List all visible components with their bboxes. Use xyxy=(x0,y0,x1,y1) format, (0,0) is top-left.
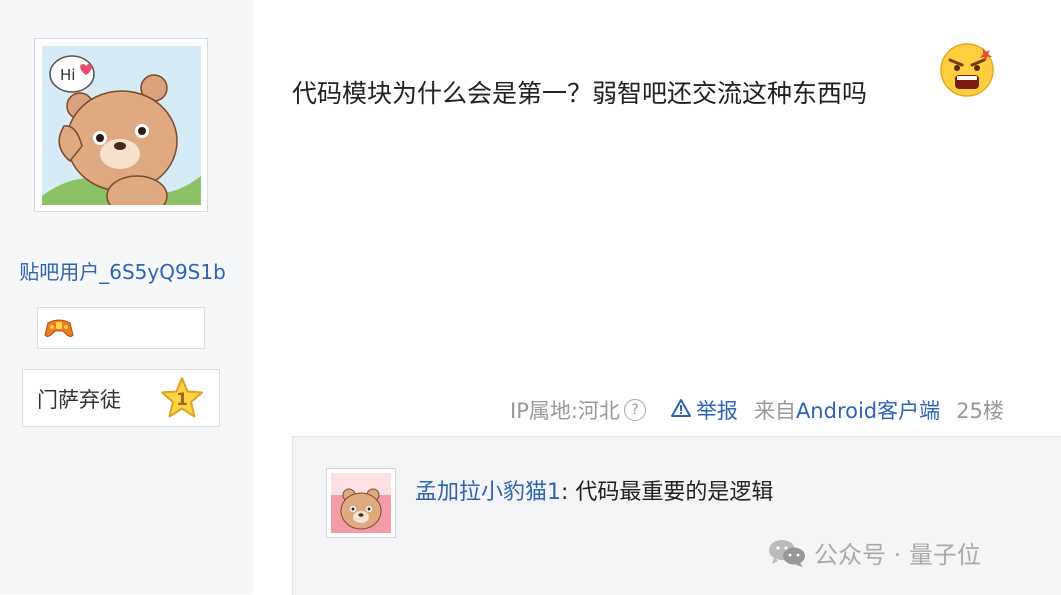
star-level-number: 1 xyxy=(176,390,188,410)
gamepad-icon xyxy=(44,319,74,337)
warning-icon xyxy=(670,399,691,417)
ip-location: IP属地:河北 xyxy=(510,399,620,423)
floor-number: 25楼 xyxy=(956,399,1004,423)
svg-text:Hi: Hi xyxy=(60,66,75,84)
reply-username[interactable]: 孟加拉小豹猫1 xyxy=(415,480,561,505)
author-badge[interactable] xyxy=(37,307,205,349)
reply-line: 孟加拉小豹猫1: 代码最重要的是逻辑 xyxy=(415,474,773,506)
author-rank: 门萨弃徒 1 xyxy=(22,369,220,427)
watermark: 公众号 · 量子位 xyxy=(768,535,981,570)
from-prefix: 来自 xyxy=(753,399,796,423)
reply-text: 代码最重要的是逻辑 xyxy=(568,480,774,505)
report-label: 举报 xyxy=(695,399,738,423)
star-level-icon: 1 xyxy=(161,377,203,418)
author-sidebar: Hi 贴吧用户_6S5yQ9S1b 门萨弃徒 1 xyxy=(0,0,253,594)
bear-hi-avatar-image: Hi xyxy=(42,46,201,205)
help-icon[interactable]: ? xyxy=(623,399,646,421)
post-content: 代码模块为什么会是第一？弱智吧还交流这种东西吗 xyxy=(292,79,868,108)
wechat-icon xyxy=(769,539,805,567)
post-meta: IP属地:河北? 举报 来自Android客户端 25楼 xyxy=(510,395,1004,423)
watermark-text: 公众号 · 量子位 xyxy=(814,541,981,569)
author-avatar[interactable]: Hi xyxy=(34,38,208,212)
reply-section: 孟加拉小豹猫1: 代码最重要的是逻辑 公众号 · 量子位 xyxy=(292,436,1061,595)
angry-face-icon xyxy=(940,43,994,97)
reply-avatar[interactable] xyxy=(326,468,396,538)
bear-reply-avatar-image xyxy=(331,473,391,533)
rank-title: 门萨弃徒 xyxy=(37,388,121,412)
client-link[interactable]: Android客户端 xyxy=(796,395,940,425)
report-button[interactable]: 举报 xyxy=(670,395,738,425)
author-username[interactable]: 贴吧用户_6S5yQ9S1b xyxy=(0,256,245,285)
